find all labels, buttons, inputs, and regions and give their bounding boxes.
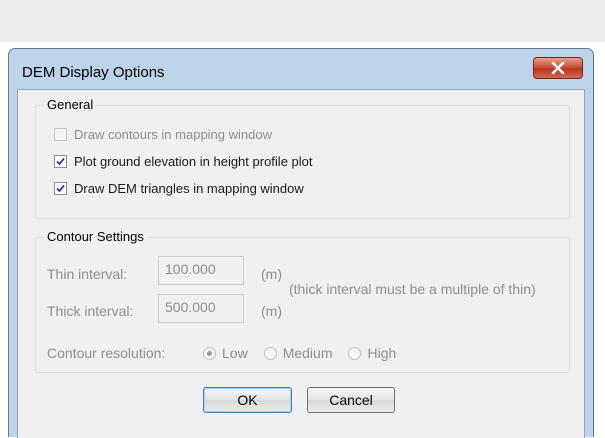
contour-settings-title: Contour Settings — [44, 229, 147, 244]
resolution-medium-option[interactable]: Medium — [263, 345, 333, 361]
checkmark-icon — [56, 184, 65, 193]
thick-interval-input[interactable]: 500.000 — [158, 294, 244, 323]
plot-elevation-label: Plot ground elevation in height profile … — [74, 154, 313, 169]
checkmark-icon — [56, 157, 65, 166]
contour-resolution-label: Contour resolution: — [47, 345, 166, 361]
resolution-low-option[interactable]: Low — [203, 345, 248, 361]
thick-unit-label: (m) — [261, 303, 282, 319]
draw-contours-label: Draw contours in mapping window — [74, 127, 272, 142]
draw-triangles-checkbox[interactable] — [54, 182, 67, 195]
general-group: General Draw contours in mapping window … — [35, 97, 570, 219]
resolution-medium-radio[interactable] — [263, 346, 277, 360]
resolution-high-option[interactable]: High — [348, 345, 396, 361]
resolution-high-label: High — [367, 345, 397, 361]
draw-triangles-label: Draw DEM triangles in mapping window — [74, 181, 304, 196]
close-button[interactable] — [533, 57, 583, 79]
resolution-low-radio[interactable] — [203, 346, 216, 360]
draw-contours-option[interactable]: Draw contours in mapping window — [54, 127, 272, 142]
dialog-title: DEM Display Options — [22, 64, 165, 81]
general-group-title: General — [44, 97, 97, 112]
thin-interval-label: Thin interval: — [47, 266, 128, 282]
resolution-medium-label: Medium — [282, 345, 333, 361]
resolution-low-label: Low — [222, 345, 248, 361]
background-band — [0, 0, 605, 42]
plot-elevation-option[interactable]: Plot ground elevation in height profile … — [54, 154, 313, 169]
close-icon — [551, 62, 565, 74]
interval-hint: (thick interval must be a multiple of th… — [289, 281, 536, 297]
thin-unit-label: (m) — [261, 266, 282, 282]
dialog-body: General Draw contours in mapping window … — [17, 89, 585, 438]
dialog-window: DEM Display Options General Draw contour… — [8, 48, 594, 438]
plot-elevation-checkbox[interactable] — [54, 155, 67, 168]
resolution-high-radio[interactable] — [348, 346, 362, 360]
ok-button[interactable]: OK — [203, 387, 292, 413]
thick-interval-label: Thick interval: — [47, 303, 134, 319]
resolution-radio-group: Low Medium High — [203, 345, 412, 361]
draw-triangles-option[interactable]: Draw DEM triangles in mapping window — [54, 181, 304, 196]
draw-contours-checkbox[interactable] — [54, 128, 67, 141]
cancel-button[interactable]: Cancel — [307, 387, 395, 413]
contour-settings-group: Contour Settings Thin interval: 100.000 … — [35, 229, 570, 373]
thin-interval-input[interactable]: 100.000 — [158, 256, 244, 285]
